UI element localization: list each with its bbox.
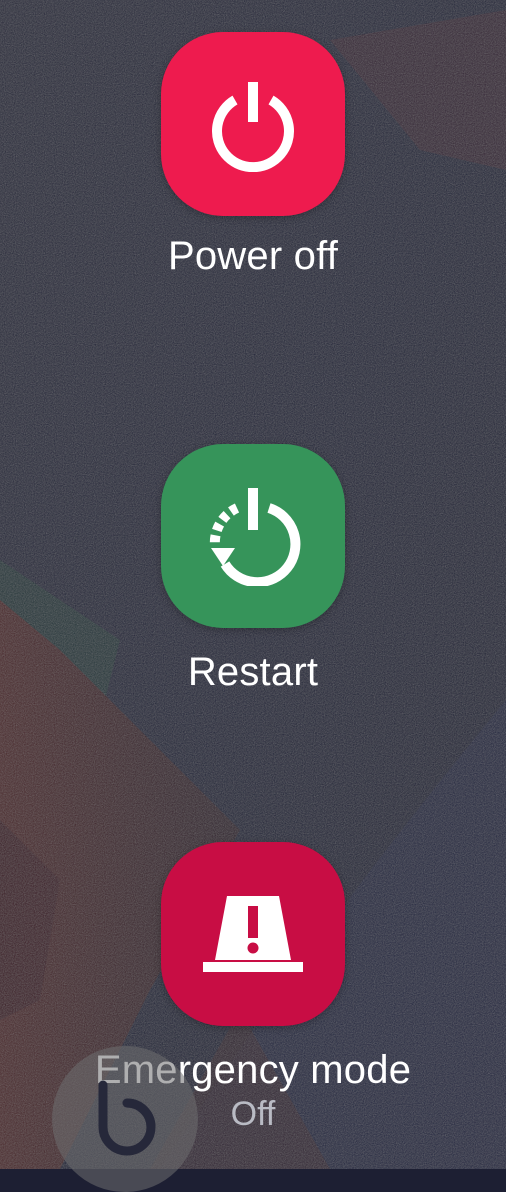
- power-off-button[interactable]: [161, 32, 345, 216]
- restart-button[interactable]: [161, 444, 345, 628]
- restart-option[interactable]: Restart: [0, 444, 506, 696]
- power-icon: [205, 76, 301, 172]
- power-off-option[interactable]: Power off: [0, 32, 506, 280]
- floating-assistant-bubble[interactable]: [52, 1046, 198, 1192]
- restart-label: Restart: [187, 650, 319, 694]
- restart-icon: [203, 486, 303, 586]
- power-off-label: Power off: [167, 234, 339, 278]
- bixby-icon: [85, 1077, 165, 1162]
- emergency-beacon-icon: [201, 892, 305, 976]
- emergency-mode-status: Off: [230, 1095, 276, 1133]
- emergency-mode-button[interactable]: [161, 842, 345, 1026]
- power-menu: Power off Restart Emergency mode Off: [0, 0, 506, 1169]
